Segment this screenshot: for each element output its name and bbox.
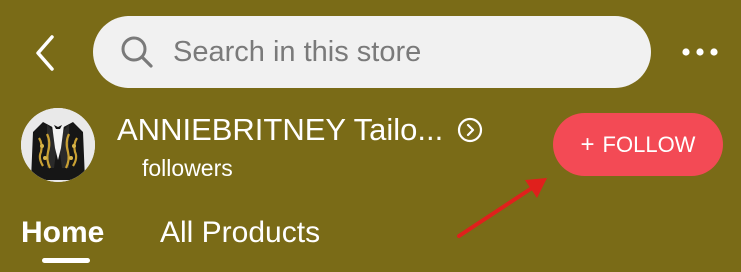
search-icon (121, 36, 153, 68)
tuxedo-jacket-avatar-icon (21, 108, 95, 182)
back-chevron-icon[interactable] (30, 32, 60, 74)
search-input[interactable] (173, 35, 613, 69)
tab-home-active-indicator (42, 258, 90, 263)
annotation-arrow-icon (457, 178, 547, 238)
circle-chevron-right-icon[interactable] (457, 117, 483, 143)
tab-all-products[interactable]: All Products (160, 216, 320, 250)
store-name: ANNIEBRITNEY Tailo... (117, 112, 444, 147)
followers-label: followers (142, 155, 233, 181)
tab-home[interactable]: Home (21, 216, 104, 250)
store-name-row[interactable]: ANNIEBRITNEY Tailo... (117, 112, 483, 148)
follow-button-label: FOLLOW (602, 131, 696, 157)
follow-plus-icon: + (580, 130, 595, 158)
follow-button[interactable]: + FOLLOW (553, 113, 723, 176)
more-dots-icon[interactable] (680, 40, 720, 64)
search-bar[interactable] (93, 16, 651, 88)
store-avatar[interactable] (21, 108, 95, 182)
